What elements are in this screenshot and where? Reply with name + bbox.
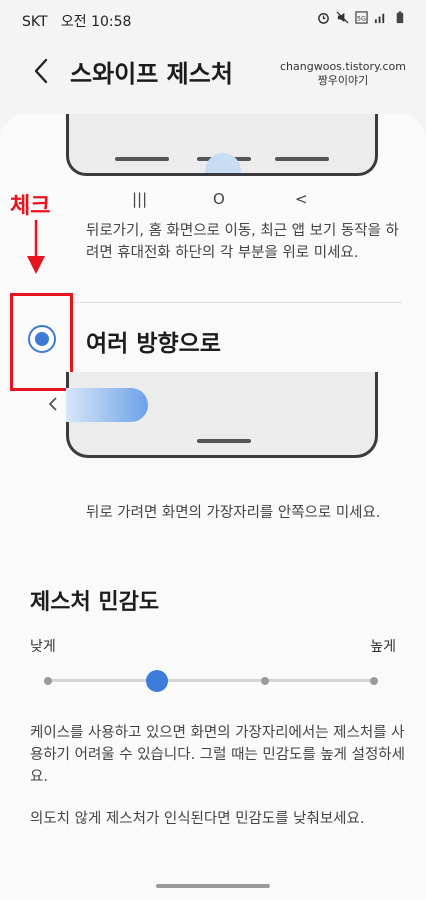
annotation-label: 체크 [10, 194, 51, 219]
chevron-left-icon [34, 58, 48, 84]
nav-keys: ||| O < [0, 190, 426, 210]
carrier-label: SKT [22, 14, 48, 30]
chevron-left-icon [48, 397, 57, 411]
battery-icon [396, 11, 404, 24]
slider-stop[interactable] [370, 677, 378, 685]
preview-bar-left [115, 157, 169, 161]
alarm-icon [318, 13, 329, 24]
gesture-option-radio[interactable] [28, 325, 56, 353]
watermark-url: changwoos.tistory.com [280, 60, 406, 73]
slider-thumb[interactable] [146, 670, 168, 692]
preview-home-bar [197, 439, 251, 443]
sensitivity-low-label: 낮게 [30, 639, 56, 655]
button-nav-description: 뒤로가기, 홈 화면으로 이동, 최근 앱 보기 동작을 하려면 휴대전화 하단… [86, 223, 399, 261]
back-key-icon: < [295, 190, 308, 208]
svg-text:5G: 5G [357, 14, 366, 22]
preview-bar-right [275, 157, 329, 161]
home-indicator[interactable] [156, 884, 270, 888]
status-time: 오전 10:58 [60, 14, 132, 30]
page-title: 스와이프 제스처 [70, 60, 233, 88]
lte-icon: 5G [355, 11, 368, 24]
sensitivity-note-2: 의도치 않게 제스처가 인식된다면 민감도를 낮춰보세요. [30, 811, 365, 827]
sensitivity-high-label: 높게 [370, 639, 396, 655]
status-icons: 5G [317, 11, 406, 24]
slider-stop[interactable] [44, 677, 52, 685]
edge-swipe-highlight [66, 388, 148, 422]
signal-icon [374, 13, 385, 24]
annotation-arrow-icon [27, 220, 45, 274]
button-nav-preview[interactable] [66, 114, 378, 176]
watermark-name: 짱우이야기 [317, 74, 369, 87]
sensitivity-title: 제스처 민감도 [30, 590, 160, 615]
watermark: changwoos.tistory.com 짱우이야기 [280, 60, 406, 88]
sensitivity-slider[interactable] [44, 670, 378, 692]
recents-key-icon: ||| [132, 190, 148, 208]
divider [72, 302, 402, 303]
home-key-icon: O [213, 190, 225, 208]
status-bar: SKT 오전 10:58 5G [0, 0, 426, 40]
sensitivity-note-1: 케이스를 사용하고 있으면 화면의 가장자리에서는 제스처를 사용하기 어려울 … [30, 725, 405, 785]
status-bar-left: SKT 오전 10:58 [22, 11, 131, 31]
gesture-option-label[interactable]: 여러 방향으로 [86, 324, 221, 358]
slider-stop[interactable] [261, 677, 269, 685]
back-button[interactable] [26, 54, 56, 88]
slider-track [48, 679, 374, 682]
mute-icon [336, 11, 349, 24]
gesture-description: 뒤로 가려면 화면의 가장자리를 안쪽으로 미세요. [86, 505, 381, 521]
app-bar: 스와이프 제스처 changwoos.tistory.com 짱우이야기 [0, 40, 426, 110]
